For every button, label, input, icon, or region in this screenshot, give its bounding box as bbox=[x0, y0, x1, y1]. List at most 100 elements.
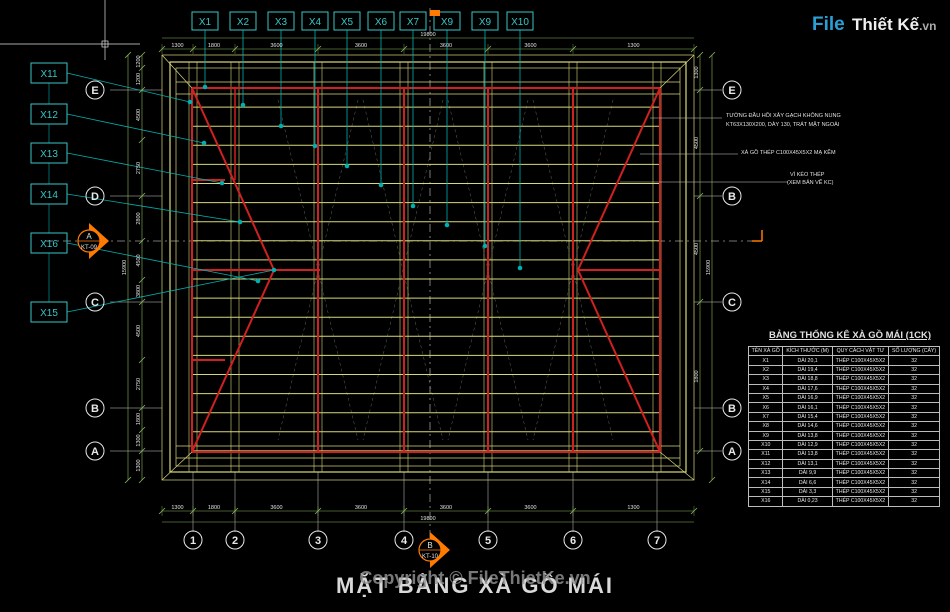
top-dimension-total-label: 19800 bbox=[420, 32, 435, 38]
table-cell: THÉP C100X45X5X2 bbox=[831, 449, 890, 460]
table-cell: 32 bbox=[888, 439, 940, 451]
table-cell: 32 bbox=[888, 449, 940, 460]
table-cell: 32 bbox=[888, 392, 940, 404]
table-row: X4 DÀI 17,6 THÉP C100X45X5X2 32 bbox=[747, 383, 940, 394]
purlin-tag-label: X16 bbox=[40, 239, 58, 250]
table-header-row: TÊN XÀ GỒ KÍCH THƯỚC (M) QUY CÁCH VẬT TƯ SỐ… bbox=[747, 345, 940, 357]
table-cell: X12 bbox=[747, 458, 784, 470]
table-header-cell: SỐ LƯỢNG (CÂY) bbox=[888, 345, 940, 357]
table-row: X2 DÀI 19,4 THÉP C100X45X5X2 32 bbox=[747, 364, 940, 376]
table-cell: DÀI 13,8 bbox=[782, 449, 833, 460]
table-cell: THÉP C100X45X5X2 bbox=[831, 364, 890, 376]
table-cell: X10 bbox=[747, 439, 784, 451]
table-row: X3 DÀI 18,8 THÉP C100X45X5X2 32 bbox=[747, 374, 940, 385]
top-dimension-label: 1300 bbox=[627, 43, 639, 49]
table-cell: X13 bbox=[747, 468, 784, 479]
table-row: X13 DÀI 9,9 THÉP C100X45X5X2 32 bbox=[747, 468, 940, 479]
table-cell: THÉP C100X45X5X2 bbox=[831, 374, 890, 385]
hip-rafter bbox=[577, 87, 661, 271]
table-header-cell: TÊN XÀ GỒ bbox=[747, 345, 784, 357]
bottom-dimension-label: 1300 bbox=[627, 505, 639, 511]
table-row: X1 DÀI 20,1 THÉP C100X45X5X2 32 bbox=[747, 355, 940, 366]
table-cell: 32 bbox=[888, 374, 940, 385]
grid-bubble-label: A bbox=[728, 446, 736, 458]
purlin-tag-label: X15 bbox=[40, 308, 58, 319]
table-row: X14 DÀI 6,6 THÉP C100X45X5X2 32 bbox=[747, 477, 940, 488]
table-cell: THÉP C100X45X5X2 bbox=[831, 496, 890, 507]
grid-bubble-label: 2 bbox=[232, 535, 238, 547]
leader-dot bbox=[219, 180, 225, 186]
table-cell: X3 bbox=[747, 374, 784, 385]
table-cell: THÉP C100X45X5X2 bbox=[831, 355, 890, 366]
table-cell: X11 bbox=[747, 449, 784, 460]
table-cell: THÉP C100X45X5X2 bbox=[831, 402, 890, 413]
table-body: X1 DÀI 20,1 THÉP C100X45X5X2 32 X2 DÀI 19,4 TH… bbox=[747, 355, 940, 507]
table-cell: DÀI 14,6 bbox=[782, 421, 833, 432]
leader-dot bbox=[201, 140, 207, 146]
purlin-tag-label: X14 bbox=[40, 190, 58, 201]
right-total-dimension-label: 15900 bbox=[706, 260, 712, 275]
table-cell: DÀI 13,1 bbox=[782, 458, 833, 470]
grid-bubble-label: 3 bbox=[315, 535, 321, 547]
right-dimension-label: 4500 bbox=[694, 137, 700, 149]
table-cell: 32 bbox=[888, 430, 940, 441]
grid-bubble-label: 5 bbox=[485, 535, 491, 547]
table-row: X12 DÀI 13,1 THÉP C100X45X5X2 32 bbox=[747, 458, 940, 470]
purlin-tag-label: X11 bbox=[40, 69, 57, 80]
table-cell: 32 bbox=[888, 477, 940, 488]
grid-bubble-label: C bbox=[728, 297, 736, 309]
table-cell: X7 bbox=[747, 411, 784, 423]
top-dimension-label: 1800 bbox=[208, 43, 220, 49]
table-cell: X9 bbox=[747, 430, 784, 441]
grid-bubble-label: B bbox=[91, 403, 99, 415]
left-dimension-label: 2800 bbox=[136, 212, 142, 224]
top-dimension-label: 3600 bbox=[270, 43, 282, 49]
table-cell: DÀI 6,6 bbox=[782, 477, 833, 488]
bottom-dimension-label: 1800 bbox=[208, 505, 220, 511]
leader-dot bbox=[187, 99, 193, 105]
grid-bubble-label: 4 bbox=[401, 535, 408, 547]
grid-bubble-label: C bbox=[91, 297, 99, 309]
table-cell: THÉP C100X45X5X2 bbox=[831, 411, 890, 423]
table-row: X5 DÀI 16,9 THÉP C100X45X5X2 32 bbox=[747, 392, 940, 404]
purlin-tag-label: X5 bbox=[341, 17, 354, 28]
left-dimension-label: 1800 bbox=[136, 413, 142, 425]
leader-dot bbox=[482, 243, 488, 249]
wall-outline bbox=[161, 54, 695, 481]
truss-note-line1: VÌ KÈO THÉP bbox=[790, 172, 825, 178]
table-cell: DÀI 0,23 bbox=[782, 496, 833, 507]
grid-bubble-label: A bbox=[91, 446, 99, 458]
table-cell: X14 bbox=[747, 477, 784, 488]
eave-corner-line bbox=[659, 54, 695, 89]
table-cell: 32 bbox=[888, 421, 940, 432]
right-dimension-label: 1300 bbox=[694, 66, 700, 78]
table-row: X6 DÀI 16,1 THÉP C100X45X5X2 32 bbox=[747, 402, 940, 413]
left-dimension-label: 3800 bbox=[136, 285, 142, 297]
table-cell: 32 bbox=[888, 468, 940, 479]
wall-note-line1: TƯỜNG ĐẦU HỒI XÂY GẠCH KHÔNG NUNG bbox=[726, 113, 841, 119]
leader-line bbox=[66, 72, 191, 103]
table-cell: X16 bbox=[747, 496, 784, 507]
truss-note-line2: (XEM BẢN VẼ KC) bbox=[787, 180, 834, 186]
section-marker-a-letter: A bbox=[86, 232, 92, 241]
table-row: X7 DÀI 15,4 THÉP C100X45X5X2 32 bbox=[747, 411, 940, 423]
wall-note-line2: KT63X130X200, DÀY 130, TRÁT MẶT NGOÀI bbox=[726, 122, 840, 128]
bottom-dimension-label: 3600 bbox=[355, 505, 367, 511]
purlin-tag-label: X12 bbox=[40, 110, 58, 121]
bottom-dimension-label: 3600 bbox=[440, 505, 452, 511]
table-cell: THÉP C100X45X5X2 bbox=[831, 392, 890, 404]
leader-dot bbox=[240, 102, 246, 108]
table-cell: DÀI 13,8 bbox=[782, 430, 833, 441]
table-cell: X2 bbox=[747, 364, 784, 376]
table-cell: THÉP C100X45X5X2 bbox=[831, 468, 890, 479]
table-cell: THÉP C100X45X5X2 bbox=[831, 383, 890, 394]
table-cell: 32 bbox=[888, 486, 940, 498]
left-dimension-label: 2750 bbox=[136, 378, 142, 390]
table-cell: 32 bbox=[888, 458, 940, 470]
table-cell: DÀI 16,1 bbox=[782, 402, 833, 413]
table-cell: X5 bbox=[747, 392, 784, 404]
bottom-dimension-label: 3600 bbox=[524, 505, 536, 511]
table-cell: 32 bbox=[888, 383, 940, 394]
left-dimension-label: 1200 bbox=[136, 73, 142, 85]
left-dimension-label: 1200 bbox=[136, 55, 142, 67]
